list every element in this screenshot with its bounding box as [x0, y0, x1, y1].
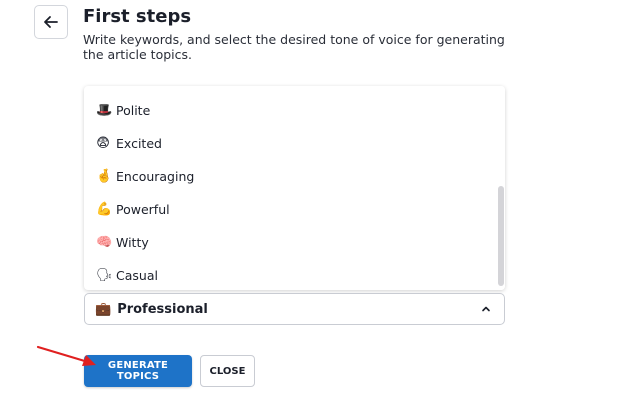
tone-select[interactable]: 💼 Professional [84, 293, 505, 325]
brain-icon: 🧠 [96, 234, 113, 250]
back-button[interactable] [34, 5, 68, 39]
page-title: First steps [83, 6, 192, 27]
tone-option-powerful[interactable]: 💪 Powerful [96, 196, 170, 222]
tone-select-value: Professional [117, 301, 208, 317]
chevron-up-icon[interactable] [480, 303, 492, 315]
tone-option-casual[interactable]: 🗣 Casual [96, 262, 158, 288]
list-scrollbar-thumb[interactable] [498, 186, 504, 286]
briefcase-icon: 💼 [95, 301, 112, 317]
tone-option-witty[interactable]: 🧠 Witty [96, 229, 149, 255]
tone-option-encouraging[interactable]: 🤞 Encouraging [96, 163, 194, 189]
tone-options-list[interactable]: 🎩 Polite 😨 Excited 🤞 Encouraging 💪 Power… [84, 86, 505, 290]
list-scrollbar[interactable] [497, 86, 505, 290]
annotation-arrow-icon [36, 345, 96, 366]
tone-option-label: Encouraging [116, 168, 195, 184]
tone-option-excited[interactable]: 😨 Excited [96, 130, 162, 156]
fearful-face-icon: 😨 [96, 135, 110, 151]
tone-option-label: Powerful [116, 201, 170, 217]
first-steps-page: First steps Write keywords, and select t… [0, 0, 624, 400]
crossed-fingers-icon: 🤞 [96, 168, 113, 184]
top-hat-icon: 🎩 [96, 102, 113, 118]
arrow-left-icon [44, 16, 58, 28]
tone-option-polite[interactable]: 🎩 Polite [96, 97, 150, 123]
speaking-head-icon: 🗣 [96, 267, 113, 283]
flexed-biceps-icon: 💪 [96, 201, 113, 217]
tone-option-label: Excited [116, 135, 162, 151]
close-button[interactable]: CLOSE [200, 355, 255, 387]
generate-topics-button[interactable]: GENERATE TOPICS [84, 355, 192, 387]
tone-option-label: Witty [116, 234, 149, 250]
tone-option-label: Casual [116, 267, 158, 283]
page-subtitle: Write keywords, and select the desired t… [83, 32, 505, 62]
tone-option-label: Polite [116, 102, 151, 118]
